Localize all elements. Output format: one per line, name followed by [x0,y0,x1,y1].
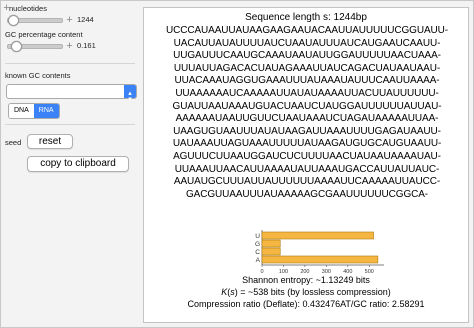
category-label-U: U [255,233,260,240]
dna-rna-toggle[interactable]: DNA RNA [8,103,60,119]
seed-label: seed [5,138,22,147]
chevron-updown-icon[interactable]: ▴ ▾ [124,85,136,103]
nucleotides-slider-thumb[interactable] [8,15,20,26]
copy-to-clipboard-button[interactable]: copy to clipboard [27,156,129,172]
gc-percentage-label: GC percentage content [5,30,83,39]
rna-option[interactable]: RNA [33,104,59,118]
compression-ratio-text: Compression ratio (Deflate): 0.432476AT/… [187,299,425,309]
category-label-G: G [255,241,260,248]
lossless-bits-rest: ) = ~538 bits (by lossless compression) [234,287,391,297]
nucleotides-expand-icon[interactable]: + [65,15,74,26]
bar-A [261,255,379,264]
bar-G [261,239,281,248]
bar-U [261,231,374,240]
gc-expand-icon[interactable]: + [65,41,74,52]
known-gc-label: known GC contents [5,71,71,80]
category-label-A: A [256,257,261,264]
dna-option[interactable]: DNA [9,104,34,118]
k-symbol: K [221,287,228,297]
output-panel: Sequence length s: 1244bp UCCCAUAAUUAUAA… [143,7,469,323]
separator [5,63,135,64]
category-label-C: C [255,249,260,256]
reset-button[interactable]: reset [27,134,73,149]
gc-percentage-value: 0.161 [77,41,96,50]
manipulate-frame: + nucleotides + 1244 GC percentage conte… [0,0,474,328]
lossless-bits-text: K(s) = ~538 bits (by lossless compressio… [221,287,391,297]
nucleotides-label: nucleotides [9,4,47,13]
bar-C [261,247,281,256]
known-gc-dropdown[interactable]: ▴ ▾ [6,84,137,103]
gc-percentage-slider-thumb[interactable] [10,41,22,52]
shannon-entropy-text: Shannon entropy: ~1.13249 bits [242,275,370,285]
separator [5,124,135,125]
nucleotides-value: 1244 [77,15,94,24]
